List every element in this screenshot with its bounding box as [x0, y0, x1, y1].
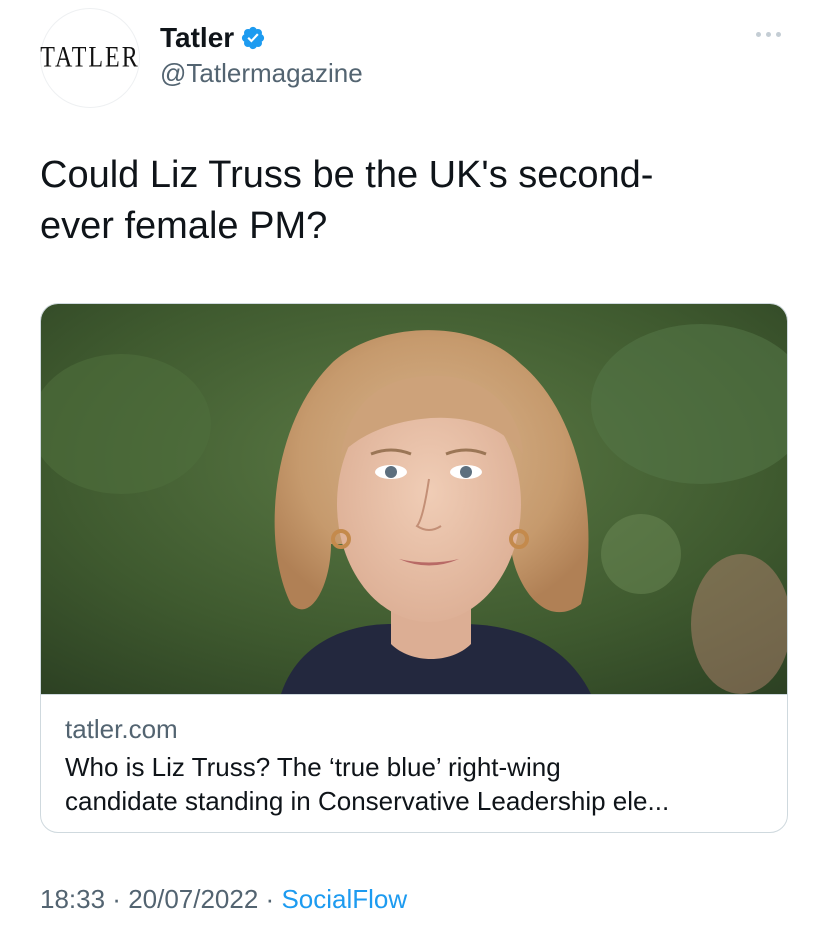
dot	[765, 31, 771, 37]
card-title-line: Who is Liz Truss? The ‘true blue’ right-…	[65, 752, 561, 782]
author-name-row: Tatler	[160, 20, 266, 56]
avatar-logo-text: TATLER	[40, 41, 140, 74]
display-name[interactable]: Tatler	[160, 22, 234, 54]
link-card[interactable]: tatler.com Who is Liz Truss? The ‘true b…	[40, 303, 788, 833]
avatar[interactable]: TATLER	[40, 8, 140, 108]
tweet-date[interactable]: 20/07/2022	[128, 884, 258, 914]
tweet-meta: 18:33 · 20/07/2022 · SocialFlow	[40, 884, 407, 915]
more-dots-icon[interactable]	[748, 22, 788, 46]
article-photo[interactable]	[41, 304, 787, 694]
verified-badge-icon	[242, 26, 265, 50]
tweet-text-line: ever female PM?	[40, 205, 328, 247]
tweet-text: Could Liz Truss be the UK's second- ever…	[40, 150, 780, 252]
card-domain: tatler.com	[65, 714, 178, 744]
card-divider	[41, 694, 787, 695]
card-title-line: candidate standing in Conservative Leade…	[65, 786, 670, 816]
tweet-text-line: Could Liz Truss be the UK's second-	[40, 154, 654, 196]
handle[interactable]: @Tatlermagazine	[160, 58, 363, 89]
separator: ·	[258, 884, 282, 914]
dot	[755, 31, 761, 37]
dot	[775, 31, 781, 37]
separator: ·	[105, 884, 129, 914]
tweet-time[interactable]: 18:33	[40, 884, 105, 914]
tweet: TATLER Tatler @Tatlermagazine Could Liz …	[0, 0, 828, 940]
tweet-source-link[interactable]: SocialFlow	[281, 884, 407, 914]
card-title: Who is Liz Truss? The ‘true blue’ right-…	[65, 750, 765, 818]
